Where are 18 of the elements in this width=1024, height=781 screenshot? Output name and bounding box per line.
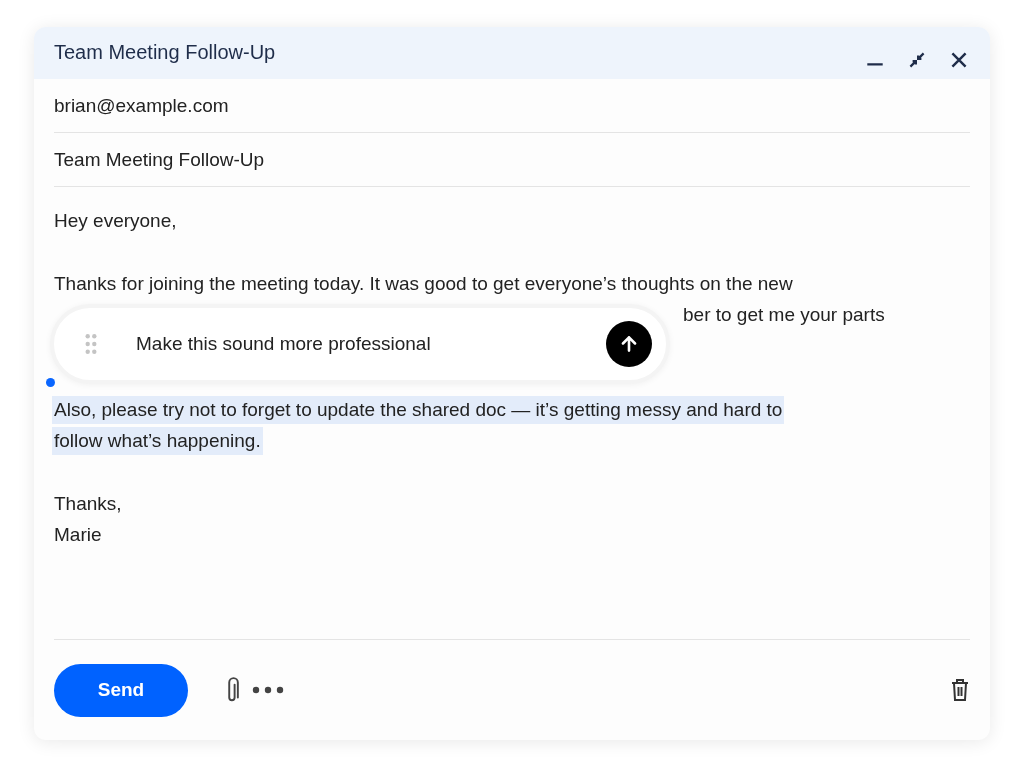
body-text: ber to get me your parts bbox=[683, 303, 885, 326]
more-icon[interactable] bbox=[252, 686, 284, 694]
recipient-field[interactable]: brian@example.com bbox=[54, 94, 229, 117]
window-title: Team Meeting Follow-Up bbox=[54, 40, 276, 64]
prompt-input[interactable]: Make this sound more professional bbox=[136, 333, 606, 355]
subject-field[interactable]: Team Meeting Follow-Up bbox=[54, 148, 265, 171]
body-text: Also, please try not to forget to update the shared doc — it’s getting messy and hard to bbox=[52, 395, 785, 424]
drag-handle-icon[interactable] bbox=[84, 333, 98, 355]
body-text: Hey everyone, bbox=[54, 209, 177, 232]
submit-button[interactable] bbox=[606, 321, 652, 367]
body-text: Thanks for joining the meeting today. It was good to get everyone’s thoughts on the new bbox=[54, 272, 793, 295]
paperclip-icon[interactable] bbox=[226, 676, 240, 704]
body-text: Thanks, bbox=[54, 492, 122, 515]
trash-icon[interactable] bbox=[950, 678, 970, 702]
body-text: Marie bbox=[54, 523, 102, 546]
send-button[interactable]: Send bbox=[54, 663, 188, 717]
body-text: follow what’s happening. bbox=[52, 426, 263, 455]
selection-handle[interactable] bbox=[46, 378, 55, 387]
